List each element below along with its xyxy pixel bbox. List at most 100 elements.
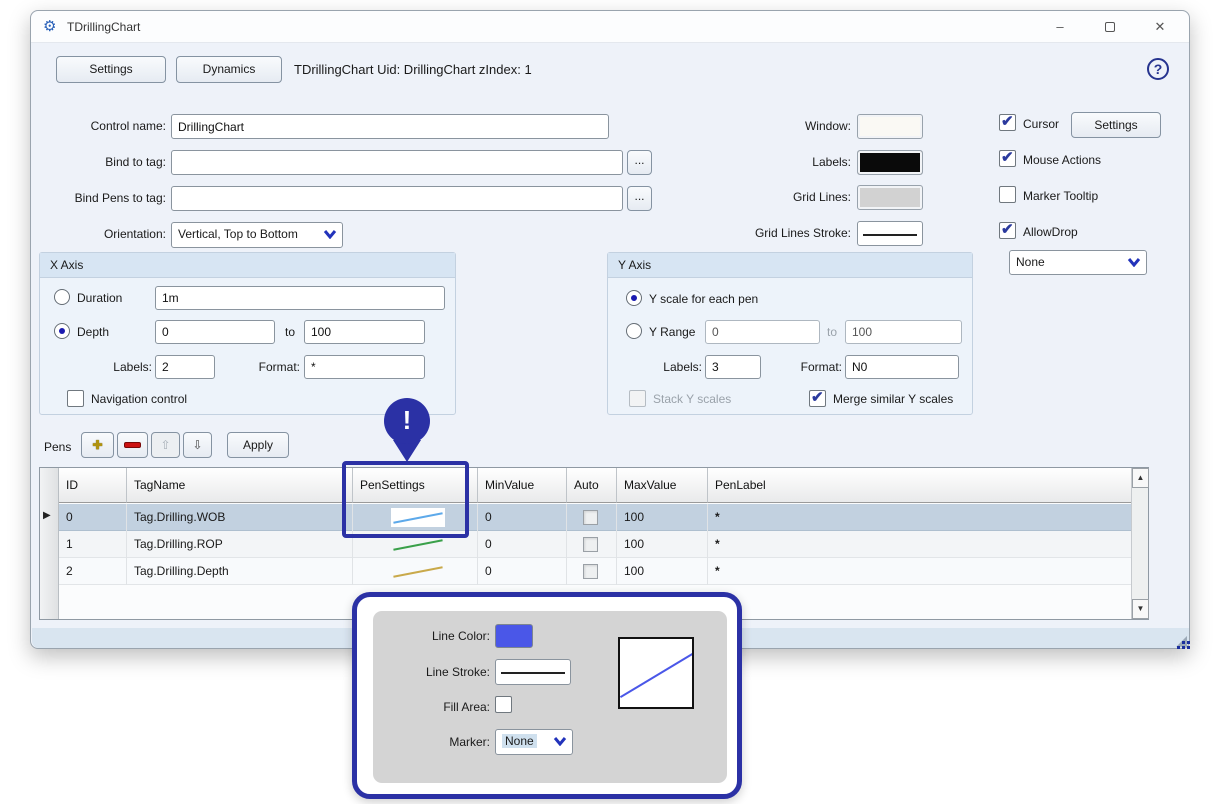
pensettings-highlight-box	[342, 461, 469, 538]
cell-penlabel[interactable]: *	[708, 558, 1133, 585]
cell-auto[interactable]	[567, 531, 617, 558]
grid-lines-stroke-button[interactable]	[857, 221, 923, 246]
minimize-button[interactable]: –	[1039, 11, 1081, 42]
table-row[interactable]: 2 Tag.Drilling.Depth 0 100 *	[59, 558, 1133, 585]
cursor-settings-button[interactable]: Settings	[1071, 112, 1161, 138]
grid-lines-color-swatch[interactable]	[857, 185, 923, 210]
pen-preview-box	[618, 637, 694, 709]
depth-radio[interactable]	[54, 323, 70, 339]
y-labels-label: Labels:	[628, 360, 702, 374]
row-header-column	[40, 468, 59, 619]
orientation-dropdown[interactable]: Vertical, Top to Bottom	[171, 222, 343, 248]
scroll-up-button[interactable]: ▲	[1132, 468, 1149, 488]
stack-y-scales-checkbox[interactable]: ✔	[629, 390, 646, 407]
line-color-swatch[interactable]	[495, 624, 533, 648]
help-icon[interactable]: ?	[1147, 58, 1169, 80]
auto-checkbox[interactable]	[583, 510, 598, 525]
duration-label: Duration	[77, 291, 122, 305]
bind-to-tag-input[interactable]	[171, 150, 623, 175]
depth-from-input[interactable]	[155, 320, 275, 344]
table-row[interactable]: 1 Tag.Drilling.ROP 0 100 *	[59, 531, 1133, 558]
column-header-minvalue[interactable]: MinValue	[478, 468, 567, 503]
cursor-checkbox[interactable]: ✔	[999, 114, 1016, 131]
fill-area-checkbox[interactable]: ✔	[495, 696, 512, 713]
stroke-line-icon	[863, 234, 917, 236]
x-labels-label: Labels:	[70, 360, 152, 374]
marker-dropdown-value: None	[502, 734, 537, 748]
labels-color-swatch[interactable]	[857, 150, 923, 175]
column-header-auto[interactable]: Auto	[567, 468, 617, 503]
cell-minvalue[interactable]: 0	[478, 558, 567, 585]
arrow-up-icon: ⇧	[160, 438, 170, 452]
column-header-maxvalue[interactable]: MaxValue	[617, 468, 708, 503]
cell-minvalue[interactable]: 0	[478, 504, 567, 531]
table-row[interactable]: ▶ 0 Tag.Drilling.WOB 0 100 *	[59, 504, 1133, 531]
y-format-input[interactable]	[845, 355, 959, 379]
cell-id: 0	[59, 504, 127, 531]
window-color-swatch[interactable]	[857, 114, 923, 139]
cell-maxvalue[interactable]: 100	[617, 531, 708, 558]
chevron-down-icon	[1127, 257, 1141, 267]
auto-checkbox[interactable]	[583, 537, 598, 552]
bind-pens-to-tag-browse-button[interactable]: ...	[627, 186, 652, 211]
grid-lines-stroke-label: Grid Lines Stroke:	[681, 226, 851, 240]
dynamics-button[interactable]: Dynamics	[176, 56, 282, 83]
marker-dropdown[interactable]: None	[495, 729, 573, 755]
auto-checkbox[interactable]	[583, 564, 598, 579]
close-button[interactable]: ✕	[1139, 11, 1181, 42]
resize-grip-icon[interactable]: ◢	[1176, 633, 1187, 647]
add-pen-button[interactable]: ✚	[81, 432, 114, 458]
y-range-to-input[interactable]	[845, 320, 962, 344]
y-range-radio[interactable]	[626, 323, 642, 339]
move-pen-up-button[interactable]: ⇧	[151, 432, 180, 458]
mouse-actions-checkbox[interactable]: ✔	[999, 150, 1016, 167]
navigation-control-checkbox[interactable]: ✔	[67, 390, 84, 407]
cell-auto[interactable]	[567, 558, 617, 585]
scroll-down-button[interactable]: ▼	[1132, 599, 1149, 619]
bind-to-tag-browse-button[interactable]: ...	[627, 150, 652, 175]
settings-button[interactable]: Settings	[56, 56, 166, 83]
depth-to-input[interactable]	[304, 320, 425, 344]
column-header-id[interactable]: ID	[59, 468, 127, 503]
x-labels-input[interactable]	[155, 355, 215, 379]
extra-dropdown[interactable]: None	[1009, 250, 1147, 275]
vertical-scrollbar[interactable]: ▲ ▼	[1131, 468, 1148, 619]
title-bar: ⚙ TDrillingChart – ✕	[31, 11, 1189, 43]
cell-maxvalue[interactable]: 100	[617, 504, 708, 531]
remove-pen-button[interactable]	[117, 432, 148, 458]
apply-button[interactable]: Apply	[227, 432, 289, 458]
pen-settings-popup: Line Color: Line Stroke: Fill Area: ✔ Ma…	[373, 611, 727, 783]
x-format-input[interactable]	[304, 355, 425, 379]
y-scale-each-pen-radio[interactable]	[626, 290, 642, 306]
cell-penlabel[interactable]: *	[708, 531, 1133, 558]
cell-pensettings[interactable]	[353, 558, 478, 585]
y-labels-input[interactable]	[705, 355, 761, 379]
cell-minvalue[interactable]: 0	[478, 531, 567, 558]
move-pen-down-button[interactable]: ⇩	[183, 432, 212, 458]
merge-y-scales-checkbox[interactable]: ✔	[809, 390, 826, 407]
duration-input[interactable]	[155, 286, 445, 310]
column-header-penlabel[interactable]: PenLabel	[708, 468, 1133, 503]
duration-radio[interactable]	[54, 289, 70, 305]
cell-maxvalue[interactable]: 100	[617, 558, 708, 585]
line-stroke-button[interactable]	[495, 659, 571, 685]
allow-drop-checkbox[interactable]: ✔	[999, 222, 1016, 239]
scroll-down-icon: ▼	[1137, 604, 1145, 613]
cell-tagname: Tag.Drilling.ROP	[127, 531, 353, 558]
bind-pens-to-tag-input[interactable]	[171, 186, 623, 211]
row-selector-icon: ▶	[43, 510, 51, 521]
dialog-window: ⚙ TDrillingChart – ✕ Settings Dynamics T…	[30, 10, 1190, 649]
plus-icon: ✚	[92, 438, 102, 452]
y-range-label: Y Range	[649, 325, 695, 339]
cell-auto[interactable]	[567, 504, 617, 531]
y-axis-group-title: Y Axis	[608, 253, 972, 278]
control-name-input[interactable]	[171, 114, 609, 139]
y-range-from-input[interactable]	[705, 320, 820, 344]
y-axis-group: Y Axis Y scale for each pen Y Range to L…	[607, 252, 973, 415]
gear-icon: ⚙	[43, 18, 56, 36]
column-header-tagname[interactable]: TagName	[127, 468, 353, 503]
maximize-button[interactable]	[1089, 11, 1131, 42]
cell-tagname: Tag.Drilling.WOB	[127, 504, 353, 531]
marker-tooltip-checkbox[interactable]: ✔	[999, 186, 1016, 203]
cell-penlabel[interactable]: *	[708, 504, 1133, 531]
